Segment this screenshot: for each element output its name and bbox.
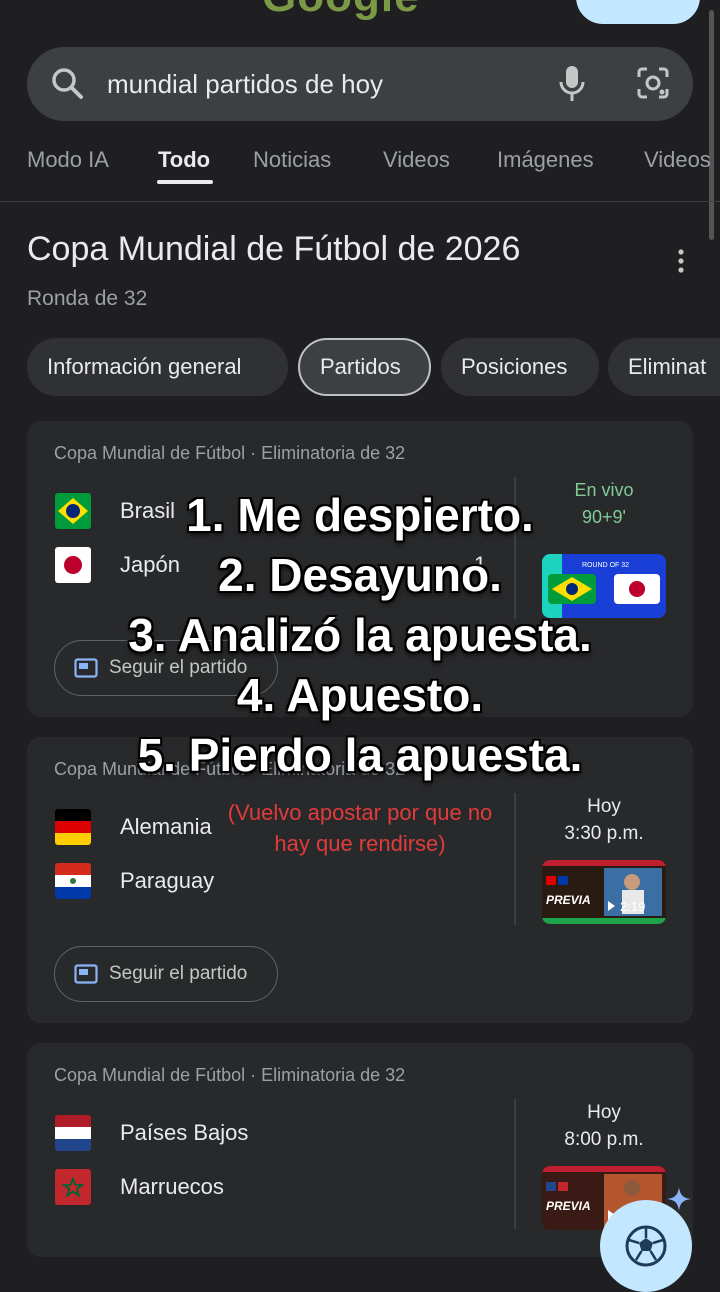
flag-marruecos-icon [55,1169,91,1205]
scrollbar[interactable] [709,10,714,240]
chip-informacion-general[interactable]: Información general [27,338,288,396]
tab-todo[interactable]: Todo [158,144,210,176]
thumb-label: PREVIA [546,1199,591,1213]
team-away: Marruecos [120,1174,224,1199]
overlay-line-3: 3. Analizó la apuesta. [128,609,592,661]
chip-eliminatorias[interactable]: Eliminat [608,338,720,396]
sparkle-icon [667,1187,691,1211]
chip-partidos[interactable]: Partidos [298,338,431,396]
tab-imagenes[interactable]: Imágenes [497,144,594,176]
flag-paraguay-icon [55,863,91,899]
tab-videos[interactable]: Videos [383,144,450,176]
overlay-note-line-2: hay que rendirse) [274,831,446,856]
search-input[interactable]: mundial partidos de hoy [107,66,383,102]
tab-videos-2[interactable]: Videos [644,144,711,176]
mic-icon[interactable] [557,64,587,104]
match-time: 3:30 p.m. [564,823,644,844]
video-duration: 2:19 [620,899,645,914]
page-title: Copa Mundial de Fútbol de 2026 [27,230,521,268]
flag-alemania-icon [55,809,91,845]
more-vert-icon[interactable] [676,248,686,274]
match-competition: Copa Mundial de Fútbol · Eliminatoria de… [54,443,406,463]
tab-modo-ia[interactable]: Modo IA [27,144,109,176]
chip-posiciones[interactable]: Posiciones [441,338,599,396]
soccer-ball-icon [625,1225,667,1267]
page-subtitle: Ronda de 32 [27,287,148,310]
overlay-line-1: 1. Me despierto. [186,489,534,541]
tab-noticias[interactable]: Noticias [253,144,331,176]
match-day: Hoy [587,1102,621,1123]
card-divider [514,1099,516,1229]
overlay-line-2: 2. Desayuno. [218,549,502,601]
follow-icon [74,964,98,984]
search-icon[interactable] [50,66,84,100]
match-time: 8:00 p.m. [564,1129,644,1150]
google-logo: Google [262,0,420,22]
match-day: Hoy [587,796,621,817]
video-thumbnail[interactable]: PREVIA 2:19 [542,860,666,924]
overlay-line-5: 5. Pierdo la apuesta. [137,729,583,781]
overlay-line-4: 4. Apuesto. [236,669,484,721]
lens-icon[interactable] [636,66,670,100]
overlay-note-line-1: (Vuelvo apostar por que no [227,800,493,825]
tabs-divider [0,201,720,202]
tab-active-indicator [157,180,213,184]
team-away: Paraguay [120,868,215,893]
thumb-label: PREVIA [546,893,591,907]
flag-paises-bajos-icon [55,1115,91,1151]
account-button[interactable] [576,0,700,24]
match-competition: Copa Mundial de Fútbol · Eliminatoria de… [54,1065,406,1085]
team-home: Países Bajos [120,1120,249,1145]
